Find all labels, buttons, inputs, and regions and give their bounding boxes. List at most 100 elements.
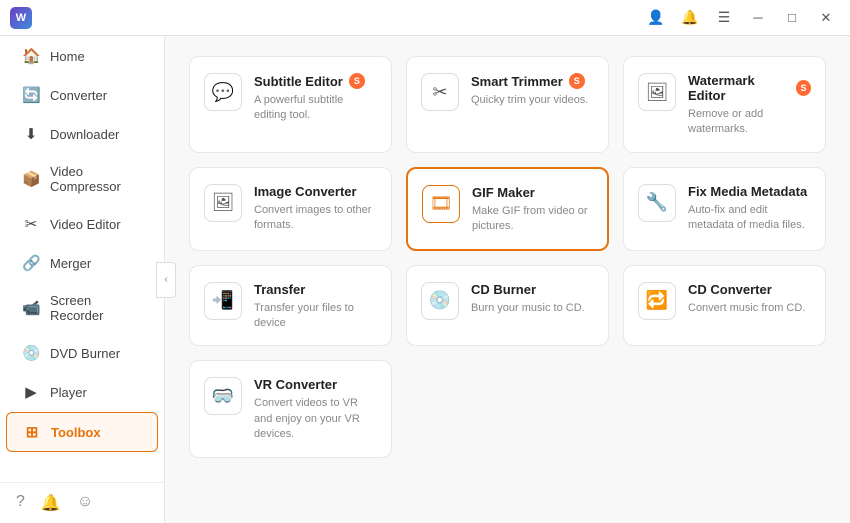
titlebar-left: W [10, 7, 40, 29]
tool-icon-transfer: 📲 [204, 282, 242, 320]
sidebar-label-dvd-burner: DVD Burner [50, 346, 120, 361]
sidebar-icon-downloader: ⬇ [22, 125, 40, 143]
user-icon[interactable]: 👤 [642, 4, 670, 32]
tool-header-transfer: Transfer [254, 282, 377, 297]
tool-info-fix-media-metadata: Fix Media Metadata Auto-fix and edit met… [688, 184, 811, 234]
tool-card-cd-converter[interactable]: 🔁 CD Converter Convert music from CD. [623, 265, 826, 347]
tool-info-watermark-editor: Watermark Editor S Remove or add waterma… [688, 73, 811, 138]
tool-desc-gif-maker: Make GIF from video or pictures. [472, 204, 593, 235]
titlebar-controls: 👤 🔔 ☰ ─ □ ✕ [642, 4, 840, 32]
tool-icon-gif-maker: 🎞 [422, 185, 460, 223]
sidebar-bottom: ? 🔔 ☺ [0, 482, 164, 523]
titlebar: W 👤 🔔 ☰ ─ □ ✕ [0, 0, 850, 36]
tool-card-cd-burner[interactable]: 💿 CD Burner Burn your music to CD. [406, 265, 609, 347]
tool-card-watermark-editor[interactable]: 🖼 Watermark Editor S Remove or add water… [623, 56, 826, 153]
tool-header-watermark-editor: Watermark Editor S [688, 73, 811, 103]
badge-subtitle-editor: S [349, 73, 365, 89]
tool-name-image-converter: Image Converter [254, 184, 357, 199]
tool-header-vr-converter: VR Converter [254, 377, 377, 392]
tool-header-gif-maker: GIF Maker [472, 185, 593, 200]
tool-name-watermark-editor: Watermark Editor [688, 73, 790, 103]
sidebar-label-video-compressor: Video Compressor [50, 164, 142, 194]
collapse-button[interactable]: ‹ [156, 262, 176, 298]
tool-info-gif-maker: GIF Maker Make GIF from video or picture… [472, 185, 593, 235]
notification-icon[interactable]: 🔔 [41, 493, 61, 513]
sidebar-label-merger: Merger [50, 256, 91, 271]
tool-icon-cd-burner: 💿 [421, 282, 459, 320]
sidebar-item-toolbox[interactable]: ⊞ Toolbox [6, 412, 158, 452]
tool-icon-watermark-editor: 🖼 [638, 73, 676, 111]
sidebar-icon-video-editor: ✂ [22, 215, 40, 233]
sidebar-item-video-editor[interactable]: ✂ Video Editor [6, 205, 158, 243]
app-logo: W [10, 7, 32, 29]
tool-card-transfer[interactable]: 📲 Transfer Transfer your files to device [189, 265, 392, 347]
sidebar-icon-converter: 🔄 [22, 86, 40, 104]
tool-info-subtitle-editor: Subtitle Editor S A powerful subtitle ed… [254, 73, 377, 124]
sidebar-icon-toolbox: ⊞ [23, 423, 41, 441]
sidebar-label-player: Player [50, 385, 87, 400]
sidebar-icon-video-compressor: 📦 [22, 170, 40, 188]
sidebar-label-toolbox: Toolbox [51, 425, 101, 440]
tool-card-image-converter[interactable]: 🖼 Image Converter Convert images to othe… [189, 167, 392, 251]
tool-name-cd-converter: CD Converter [688, 282, 772, 297]
tool-icon-fix-media-metadata: 🔧 [638, 184, 676, 222]
sidebar-icon-merger: 🔗 [22, 254, 40, 272]
tool-name-vr-converter: VR Converter [254, 377, 337, 392]
sidebar-item-home[interactable]: 🏠 Home [6, 37, 158, 75]
tool-desc-smart-trimmer: Quicky trim your videos. [471, 93, 594, 108]
sidebar-nav: 🏠 Home 🔄 Converter ⬇ Downloader 📦 Video Compres… [0, 36, 164, 453]
tool-card-fix-media-metadata[interactable]: 🔧 Fix Media Metadata Auto-fix and edit m… [623, 167, 826, 251]
tool-info-cd-burner: CD Burner Burn your music to CD. [471, 282, 594, 316]
sidebar-label-home: Home [50, 49, 85, 64]
tool-icon-vr-converter: 🥽 [204, 377, 242, 415]
badge-smart-trimmer: S [569, 73, 585, 89]
sidebar-label-screen-recorder: Screen Recorder [50, 293, 142, 323]
tool-desc-cd-burner: Burn your music to CD. [471, 301, 594, 316]
tool-header-fix-media-metadata: Fix Media Metadata [688, 184, 811, 199]
help-icon[interactable]: ? [16, 493, 25, 513]
tool-icon-cd-converter: 🔁 [638, 282, 676, 320]
tool-header-image-converter: Image Converter [254, 184, 377, 199]
sidebar-icon-screen-recorder: 📹 [22, 299, 40, 317]
bell-icon[interactable]: 🔔 [676, 4, 704, 32]
sidebar-label-video-editor: Video Editor [50, 217, 121, 232]
tool-info-vr-converter: VR Converter Convert videos to VR and en… [254, 377, 377, 442]
tool-header-subtitle-editor: Subtitle Editor S [254, 73, 377, 89]
sidebar-item-merger[interactable]: 🔗 Merger [6, 244, 158, 282]
sidebar-item-dvd-burner[interactable]: 💿DVD Burner [6, 334, 158, 372]
tool-card-smart-trimmer[interactable]: ✂ Smart Trimmer S Quicky trim your video… [406, 56, 609, 153]
tool-card-gif-maker[interactable]: 🎞 GIF Maker Make GIF from video or pictu… [406, 167, 609, 251]
tool-card-vr-converter[interactable]: 🥽 VR Converter Convert videos to VR and … [189, 360, 392, 457]
tool-header-cd-converter: CD Converter [688, 282, 811, 297]
tool-desc-cd-converter: Convert music from CD. [688, 301, 811, 316]
toolbox-content: 💬 Subtitle Editor S A powerful subtitle … [165, 36, 850, 523]
tool-name-transfer: Transfer [254, 282, 305, 297]
sidebar-label-converter: Converter [50, 88, 107, 103]
sidebar-item-player[interactable]: ▶Player [6, 373, 158, 411]
sidebar-label-downloader: Downloader [50, 127, 119, 142]
tool-header-cd-burner: CD Burner [471, 282, 594, 297]
tool-desc-subtitle-editor: A powerful subtitle editing tool. [254, 93, 377, 124]
sidebar-item-converter[interactable]: 🔄 Converter [6, 76, 158, 114]
menu-icon[interactable]: ☰ [710, 4, 738, 32]
tool-desc-fix-media-metadata: Auto-fix and edit metadata of media file… [688, 203, 811, 234]
close-button[interactable]: ✕ [812, 4, 840, 32]
tool-name-smart-trimmer: Smart Trimmer [471, 74, 563, 89]
tool-name-subtitle-editor: Subtitle Editor [254, 74, 343, 89]
tool-info-image-converter: Image Converter Convert images to other … [254, 184, 377, 234]
tool-name-cd-burner: CD Burner [471, 282, 536, 297]
maximize-button[interactable]: □ [778, 4, 806, 32]
sidebar-item-video-compressor[interactable]: 📦 Video Compressor [6, 154, 158, 204]
tool-desc-transfer: Transfer your files to device [254, 301, 377, 332]
sidebar-icon-home: 🏠 [22, 47, 40, 65]
tool-desc-watermark-editor: Remove or add watermarks. [688, 107, 811, 138]
feedback-icon[interactable]: ☺ [77, 493, 93, 513]
sidebar-item-downloader[interactable]: ⬇ Downloader [6, 115, 158, 153]
main-layout: 🏠 Home 🔄 Converter ⬇ Downloader 📦 Video Compres… [0, 36, 850, 523]
tool-info-cd-converter: CD Converter Convert music from CD. [688, 282, 811, 316]
sidebar-item-screen-recorder[interactable]: 📹 Screen Recorder [6, 283, 158, 333]
tool-info-smart-trimmer: Smart Trimmer S Quicky trim your videos. [471, 73, 594, 108]
minimize-button[interactable]: ─ [744, 4, 772, 32]
tool-card-subtitle-editor[interactable]: 💬 Subtitle Editor S A powerful subtitle … [189, 56, 392, 153]
tool-icon-smart-trimmer: ✂ [421, 73, 459, 111]
